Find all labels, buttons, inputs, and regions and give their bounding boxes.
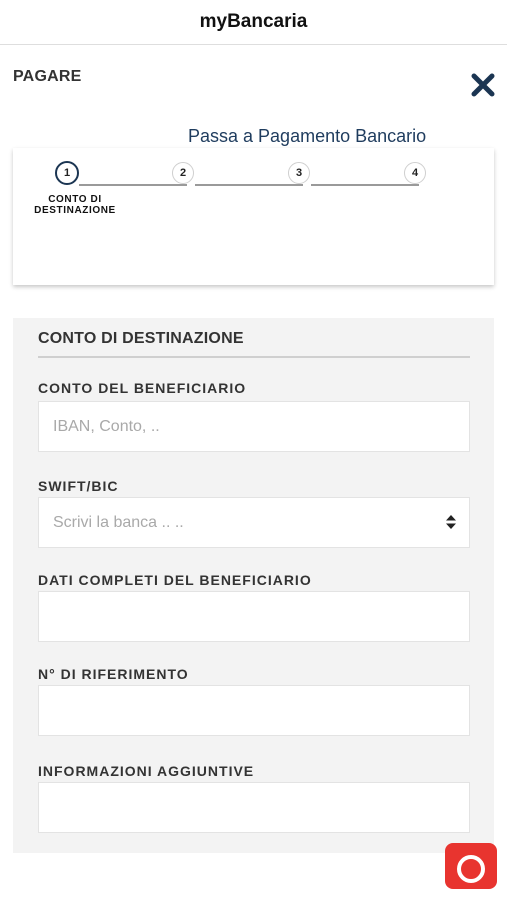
step-3-number: 3 <box>295 167 303 179</box>
camera-button[interactable] <box>445 843 497 889</box>
close-button[interactable] <box>470 72 496 98</box>
additional-info-input[interactable] <box>38 782 470 833</box>
step-connector <box>195 184 303 186</box>
beneficiary-account-label: CONTO DEL BENEFICIARIO <box>38 380 247 396</box>
step-4-indicator: 4 <box>404 162 426 184</box>
section-label: PAGARE <box>13 68 82 85</box>
app-header: myBancaria <box>0 0 507 45</box>
swift-bic-select[interactable] <box>38 497 470 548</box>
step-1-number: 1 <box>63 167 71 179</box>
beneficiary-account-input[interactable] <box>38 401 470 452</box>
step-2-number: 2 <box>179 167 187 179</box>
reference-number-label: N° DI RIFERIMENTO <box>38 666 189 682</box>
swift-bic-label: SWIFT/BIC <box>38 478 119 494</box>
step-1-indicator: 1 <box>55 161 79 185</box>
step-connector <box>79 184 187 186</box>
stepper-card: 1 2 3 4 CONTO DI DESTINAZIONE <box>13 148 494 285</box>
close-icon <box>471 73 495 97</box>
step-connector <box>311 184 419 186</box>
form-title: CONTO DI DESTINAZIONE <box>38 330 470 358</box>
step-4-number: 4 <box>411 167 419 179</box>
switch-to-bank-payment-link[interactable]: Passa a Pagamento Bancario <box>188 126 426 147</box>
beneficiary-details-input[interactable] <box>38 591 470 642</box>
reference-number-input[interactable] <box>38 685 470 736</box>
additional-info-label: INFORMAZIONI AGGIUNTIVE <box>38 763 255 779</box>
beneficiary-details-label: DATI COMPLETI DEL BENEFICIARIO <box>38 572 312 588</box>
step-3-indicator: 3 <box>288 162 310 184</box>
step-2-indicator: 2 <box>172 162 194 184</box>
camera-icon <box>457 846 485 883</box>
app-title: myBancaria <box>199 11 308 32</box>
step-1-caption: CONTO DI DESTINAZIONE <box>34 194 116 216</box>
destination-account-form: CONTO DI DESTINAZIONE CONTO DEL BENEFICI… <box>13 318 494 853</box>
